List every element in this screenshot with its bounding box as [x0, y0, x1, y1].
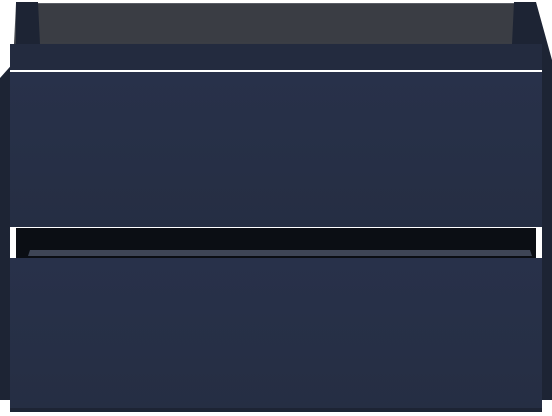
cabinet-inner-back-wall — [28, 4, 524, 42]
vanity-cabinet-illustration — [0, 2, 552, 412]
cabinet-top-rim — [10, 44, 542, 70]
cabinet-base-shadow — [10, 408, 542, 412]
lower-drawer-front — [10, 258, 542, 410]
upper-drawer-front — [10, 72, 542, 227]
drawer-pull-groove-shelf — [28, 250, 532, 256]
product-photo — [0, 0, 552, 416]
